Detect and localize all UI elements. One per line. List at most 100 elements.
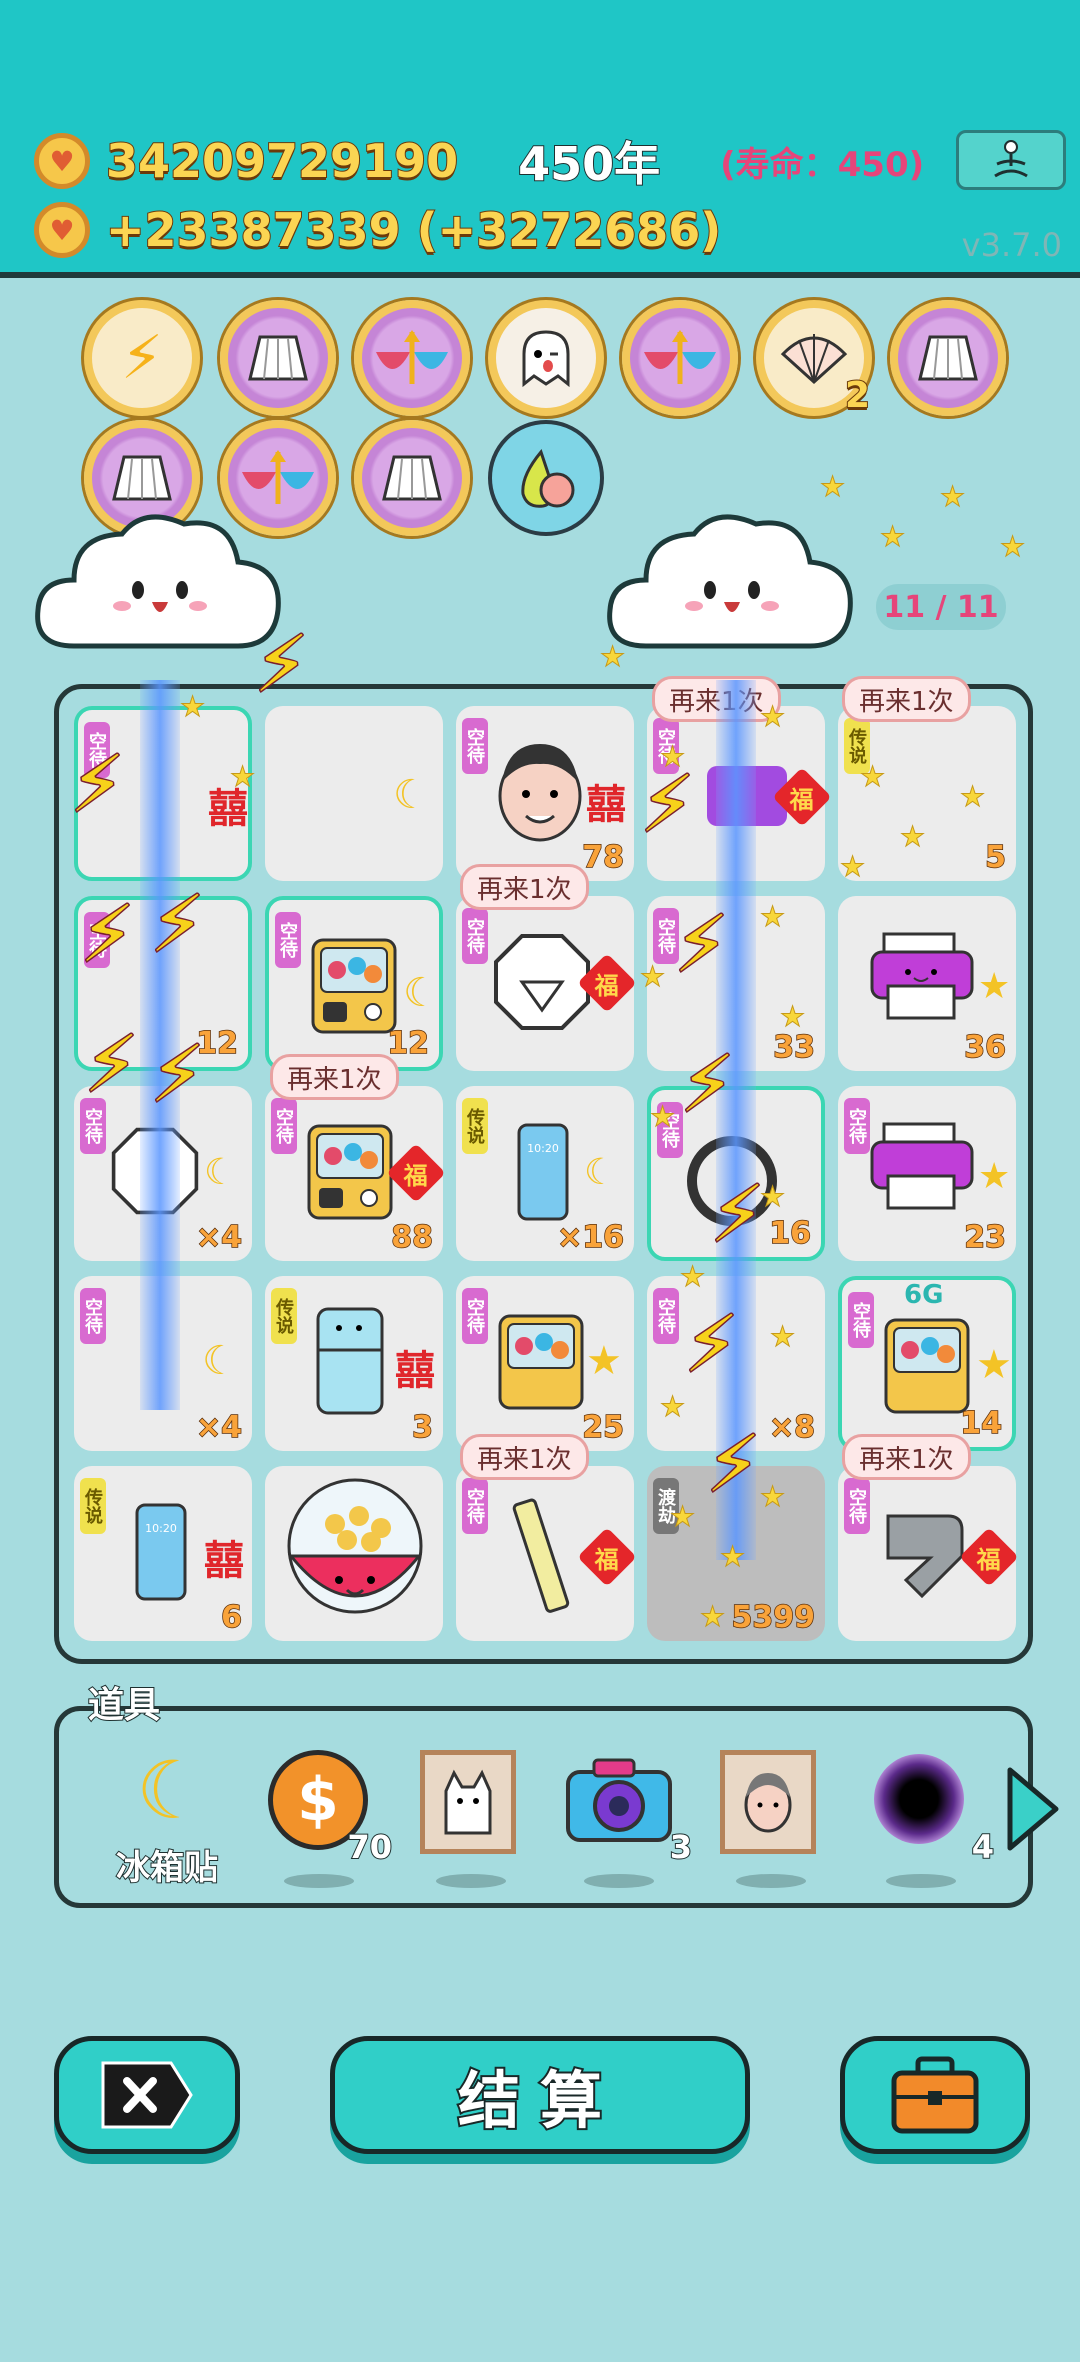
star-icon: ★ <box>649 1100 676 1134</box>
coin-icon: ♥ <box>34 133 90 189</box>
close-button[interactable] <box>54 2036 240 2154</box>
cell-r4c2[interactable]: 传说 囍 3 <box>265 1276 443 1451</box>
cell-tag: 空待 <box>275 912 301 968</box>
item-black-hole[interactable]: 4 <box>866 1744 995 1888</box>
top-header: ♥ 34209729190 450年 (寿命：450) ♥ +23387339 … <box>0 0 1080 278</box>
medal-bowls-arrow[interactable] <box>354 300 470 416</box>
cell-r5c2[interactable] <box>265 1466 443 1641</box>
black-hole-icon <box>874 1754 964 1844</box>
cell-r3c2[interactable]: 空待 福 88 <box>265 1086 446 1261</box>
cell-r3c5[interactable]: 空待 ★ 23 <box>838 1086 1016 1261</box>
cell-tag: 空待 <box>462 1478 488 1534</box>
star-icon: ★ <box>719 1540 746 1574</box>
retry-bubble: 再来1次 <box>842 676 971 722</box>
svg-text:10:20: 10:20 <box>145 1522 177 1535</box>
retry-bubble: 再来1次 <box>460 864 589 910</box>
cell-count: 88 <box>391 1219 434 1256</box>
cell-count: 36 <box>964 1029 1007 1066</box>
version-label: v3.7.0 <box>961 226 1062 264</box>
lightning-bolt-icon: ⚡ <box>149 1029 207 1122</box>
gacha-machine-icon <box>311 938 397 1034</box>
bagua-icon <box>494 934 590 1030</box>
cell-r5c3[interactable]: 空待 福 <box>456 1466 637 1641</box>
medal-skirt[interactable] <box>220 300 336 416</box>
cell-count: ×4 <box>195 1409 243 1446</box>
lifespan-label: (寿命：450) <box>720 144 925 185</box>
medal-pomelo[interactable] <box>488 420 604 536</box>
skirt-icon <box>918 335 978 381</box>
fortune-icon: 福 <box>577 1527 637 1587</box>
straw-icon <box>512 1498 570 1613</box>
cell-r5c1[interactable]: 传说 10:20 囍 6 <box>74 1466 252 1641</box>
cell-r2c3[interactable]: 空待 福 <box>456 896 637 1071</box>
gacha-machine-icon <box>498 1314 584 1410</box>
cell-r1c3[interactable]: 空待 囍 78 <box>456 706 634 881</box>
cell-count: 5399 <box>731 1599 816 1636</box>
cell-r4c3[interactable]: 空待 ★ 25 <box>456 1276 634 1451</box>
briefcase-icon <box>891 2056 979 2134</box>
lightning-icon: ⚡ <box>120 323 164 393</box>
year-label: 450年 <box>517 136 661 192</box>
moon-icon: ☾ <box>393 772 429 818</box>
star-icon: ★ <box>959 780 986 814</box>
portrait-person-icon <box>720 1750 816 1854</box>
medal-shell[interactable]: 2 <box>756 300 872 417</box>
portrait-cat-icon <box>420 1750 516 1854</box>
medal-bowls-arrow-2[interactable] <box>622 300 738 416</box>
star-icon: ★ <box>659 1390 686 1424</box>
coins-row: ♥ 34209729190 450年 (寿命：450) <box>34 128 924 194</box>
cell-tag: 空待 <box>271 1098 297 1154</box>
items-next-button[interactable] <box>1004 1764 1062 1854</box>
lightning-bolt-icon: ⚡ <box>149 879 207 972</box>
network-label: 6G <box>904 1280 944 1310</box>
star-icon: ★ <box>679 1260 706 1294</box>
cell-tag: 空待 <box>844 1478 870 1534</box>
cell-count: 5 <box>984 839 1006 876</box>
pomelo-icon <box>521 448 575 508</box>
medal-ghost[interactable] <box>488 300 604 416</box>
settle-button[interactable]: 结算 <box>330 2036 750 2154</box>
meditate-icon <box>994 140 1028 178</box>
moon-icon: ☾ <box>204 1152 237 1193</box>
income-row: ♥ +23387339 (+3272686) <box>34 202 722 258</box>
item-shadow <box>886 1874 956 1888</box>
item-portrait-person[interactable] <box>716 1744 826 1888</box>
lightning-bolt-icon: ⚡ <box>705 1419 763 1512</box>
star-icon: ★ <box>839 850 866 884</box>
lightning-bolt-icon: ⚡ <box>679 1039 737 1132</box>
medal-lightning[interactable]: ⚡ <box>84 300 200 416</box>
item-shadow <box>736 1874 806 1888</box>
cell-tag: 传说 <box>462 1098 488 1154</box>
briefcase-button[interactable] <box>840 2036 1030 2154</box>
cell-r3c3[interactable]: 传说 10:20 ☾ ×16 <box>456 1086 634 1261</box>
spin-counter: 11 / 11 <box>876 584 1006 630</box>
item-coin[interactable]: $ 70 <box>264 1744 393 1888</box>
item-portrait-cat[interactable] <box>416 1744 526 1888</box>
cell-r5c5[interactable]: 空待 福 <box>838 1466 1019 1641</box>
settle-label: 结算 <box>456 2062 622 2139</box>
cell-r2c2[interactable]: 空待 ☾ 12 <box>265 896 443 1071</box>
cell-r4c5[interactable]: 空待 6G ★ 14 <box>838 1276 1016 1451</box>
item-camera[interactable]: 3 <box>564 1744 693 1888</box>
cell-count: 14 <box>960 1405 1003 1442</box>
printer-icon <box>870 932 974 1020</box>
lightning-bolt-icon: ⚡ <box>673 899 731 992</box>
star-icon: ★ <box>879 520 906 554</box>
medal-skirt-4[interactable] <box>354 420 470 536</box>
arrow-right-icon <box>1007 1767 1059 1851</box>
star-icon: ★ <box>586 1338 622 1384</box>
bowls-icon <box>644 330 716 384</box>
camera-icon <box>566 1758 672 1842</box>
cell-r2c5[interactable]: ★ 36 <box>838 896 1016 1071</box>
star-icon: ★ <box>759 700 786 734</box>
medal-skirt-2[interactable] <box>890 300 1006 416</box>
cell-tag: 空待 <box>653 1288 679 1344</box>
star-icon: ★ <box>769 1320 796 1354</box>
cell-r1c2[interactable]: ☾ <box>265 706 443 881</box>
meditate-button[interactable] <box>956 130 1066 190</box>
cell-count: 78 <box>582 839 625 876</box>
bowls-icon <box>376 330 448 384</box>
close-icon <box>101 2061 193 2129</box>
item-fridge-sticker[interactable]: ☾ 冰箱贴 <box>115 1744 226 1889</box>
moon-icon: ☾ <box>136 1744 208 1837</box>
